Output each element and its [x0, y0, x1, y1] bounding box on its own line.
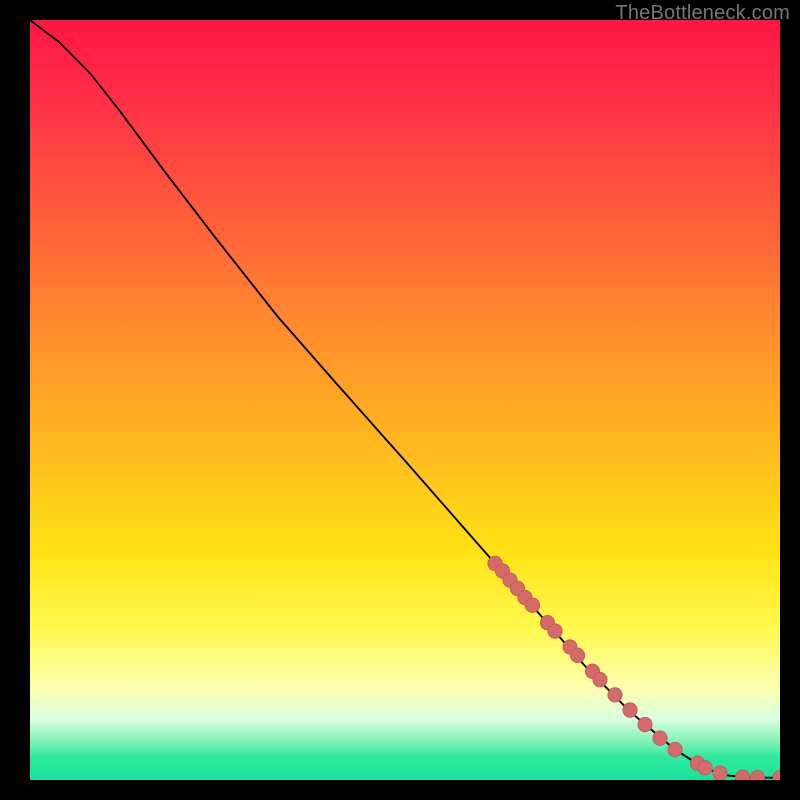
bottleneck-curve-line — [30, 20, 780, 778]
plot-area — [30, 20, 780, 780]
data-point-marker — [698, 761, 712, 775]
data-point-marker — [638, 717, 652, 731]
data-point-marker — [548, 624, 562, 638]
data-point-marker — [750, 771, 764, 781]
data-point-marker — [608, 688, 622, 702]
data-point-marker — [623, 703, 637, 717]
chart-container: { "attribution": "TheBottleneck.com", "c… — [0, 0, 800, 800]
data-point-marker — [525, 598, 539, 612]
data-point-marker — [653, 731, 667, 745]
data-point-marker — [735, 770, 749, 780]
chart-overlay — [30, 20, 780, 780]
data-point-marker — [713, 766, 727, 780]
data-point-marker — [593, 672, 607, 686]
data-point-markers — [488, 556, 780, 780]
data-point-marker — [773, 771, 780, 781]
data-point-marker — [570, 648, 584, 662]
data-point-marker — [668, 742, 682, 756]
